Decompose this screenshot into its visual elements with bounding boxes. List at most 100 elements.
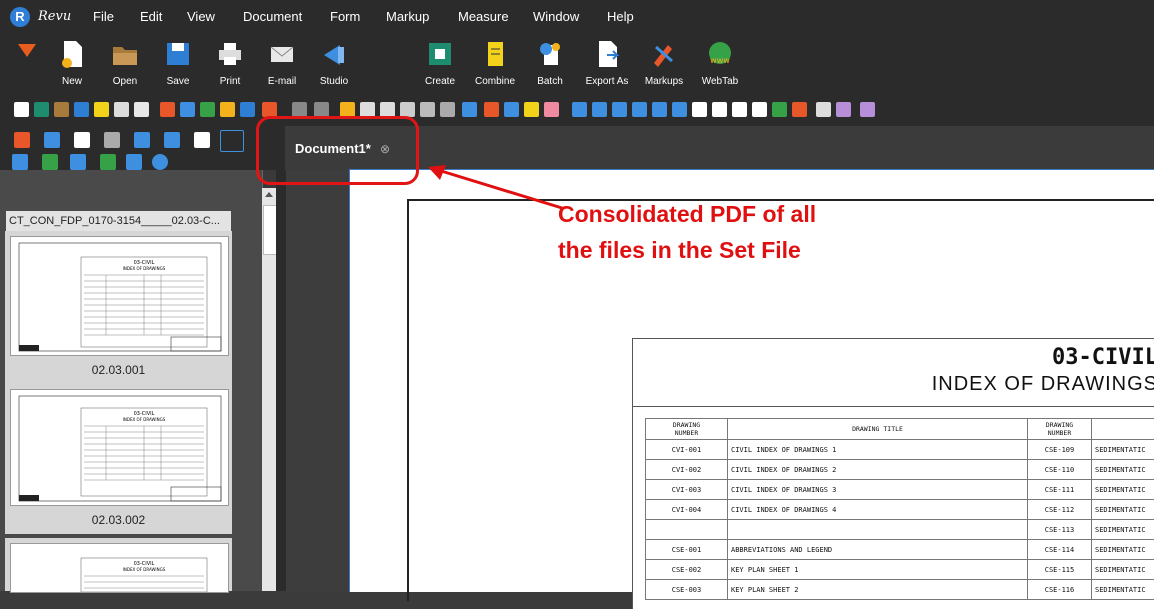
batch-button[interactable]: Batch <box>520 36 580 87</box>
spellcheck-icon[interactable] <box>220 102 235 117</box>
properties-panel-icon[interactable] <box>220 130 244 152</box>
combine-icon[interactable] <box>94 102 109 117</box>
email-icon[interactable] <box>134 102 149 117</box>
view-icon[interactable] <box>200 102 215 117</box>
callout-line-1: Consolidated PDF of all <box>558 196 816 232</box>
pen-icon[interactable] <box>504 102 519 117</box>
menu-document[interactable]: Document <box>243 9 302 24</box>
menu-help[interactable]: Help <box>607 9 634 24</box>
line-icon[interactable] <box>572 102 587 117</box>
measure-area-icon[interactable] <box>836 102 851 117</box>
paste-icon[interactable] <box>380 102 395 117</box>
thumbnails-panel-icon[interactable] <box>74 132 90 148</box>
highlighter-icon[interactable] <box>524 102 539 117</box>
thumbnails-scrollbar[interactable] <box>262 188 276 591</box>
markups-panel-icon[interactable] <box>44 132 60 148</box>
arc-icon[interactable] <box>612 102 627 117</box>
new-button[interactable]: New <box>42 36 102 87</box>
thumbnail-view-icon[interactable] <box>12 154 28 170</box>
rectangle-icon[interactable] <box>692 102 707 117</box>
select-icon[interactable] <box>440 102 455 117</box>
cut-icon[interactable] <box>340 102 355 117</box>
places-icon[interactable] <box>134 132 150 148</box>
table-cell: SEDIMENTATIC <box>1092 460 1154 480</box>
table-row: CSE-003 KEY PLAN SHEET 2 CSE-116 SEDIMEN… <box>646 580 1154 600</box>
table-cell: SEDIMENTATIC <box>1092 440 1154 460</box>
menu-edit[interactable]: Edit <box>140 9 162 24</box>
page-labels-icon[interactable] <box>126 154 142 170</box>
new-label: New <box>42 76 102 87</box>
eraser-icon[interactable] <box>544 102 559 117</box>
create-icon[interactable] <box>34 102 49 117</box>
polyline-icon[interactable] <box>672 102 687 117</box>
edit-icon[interactable] <box>180 102 195 117</box>
print-pages-icon[interactable] <box>70 154 86 170</box>
menu-markup[interactable]: Markup <box>386 9 429 24</box>
delete-icon[interactable] <box>420 102 435 117</box>
image-icon[interactable] <box>772 102 787 117</box>
email-button[interactable]: E-mail <box>252 36 312 87</box>
revu-logo-icon[interactable]: R <box>10 7 30 27</box>
thumbnail-page-1[interactable]: 03-CIVIL INDEX OF DRAWINGS 02.03.001 <box>5 231 232 384</box>
table-cell: CSE-112 <box>1028 500 1092 520</box>
ocr-icon[interactable] <box>240 102 255 117</box>
menu-window[interactable]: Window <box>533 9 579 24</box>
print-button[interactable]: Print <box>200 36 260 87</box>
stamp-icon[interactable] <box>160 102 175 117</box>
panel-divider[interactable] <box>276 170 286 591</box>
format-painter-icon[interactable] <box>400 102 415 117</box>
table-cell: CSE-002 <box>646 560 728 580</box>
create-button[interactable]: Create <box>410 36 470 87</box>
table-cell: SEDIMENTATIC <box>1092 480 1154 500</box>
open-icon[interactable] <box>54 102 69 117</box>
cloud-icon[interactable] <box>752 102 767 117</box>
markups-button[interactable]: Markups <box>634 36 694 87</box>
menu-file[interactable]: File <box>93 9 114 24</box>
table-cell: CIVIL INDEX OF DRAWINGS 4 <box>728 500 1028 520</box>
webtab-button[interactable]: www WebTab <box>690 36 750 87</box>
ellipse-icon[interactable] <box>712 102 727 117</box>
dimension-icon[interactable] <box>652 102 667 117</box>
insert-page-icon[interactable] <box>42 154 58 170</box>
polygon-icon[interactable] <box>732 102 747 117</box>
save-button[interactable]: Save <box>148 36 208 87</box>
callout-annotation-text: Consolidated PDF of all the files in the… <box>558 196 816 268</box>
arrow-icon[interactable] <box>592 102 607 117</box>
rotate-page-icon[interactable] <box>100 154 116 170</box>
undo-icon[interactable] <box>292 102 307 117</box>
scroll-up-icon[interactable] <box>265 192 273 197</box>
open-button[interactable]: Open <box>95 36 155 87</box>
export-as-button[interactable]: Export As <box>577 36 637 87</box>
sets-icon[interactable] <box>164 132 180 148</box>
measure-length-icon[interactable] <box>816 102 831 117</box>
copy-icon[interactable] <box>360 102 375 117</box>
forms-icon[interactable] <box>194 132 210 148</box>
menu-view[interactable]: View <box>187 9 215 24</box>
open-folder-icon <box>111 39 139 69</box>
redo-icon[interactable] <box>314 102 329 117</box>
menu-form[interactable]: Form <box>330 9 360 24</box>
snapshot-icon[interactable] <box>792 102 807 117</box>
callout-icon[interactable] <box>632 102 647 117</box>
highlight-icon[interactable] <box>484 102 499 117</box>
revu-menu-dropdown-icon[interactable] <box>18 44 36 57</box>
thumbnail-page-3[interactable]: 03-CIVIL INDEX OF DRAWINGS <box>5 538 232 591</box>
menu-measure[interactable]: Measure <box>458 9 509 24</box>
combine-button[interactable]: Combine <box>465 36 525 87</box>
svg-text:INDEX OF DRAWINGS: INDEX OF DRAWINGS <box>123 567 166 572</box>
new-icon[interactable] <box>14 102 29 117</box>
scrollbar-thumb[interactable] <box>263 205 277 255</box>
gear-icon[interactable] <box>152 154 168 170</box>
redact-icon[interactable] <box>262 102 277 117</box>
webtab-label: WebTab <box>690 76 750 87</box>
thumbnail-page-2[interactable]: 03-CIVIL INDEX OF DRAWINGS 02.03.002 <box>5 384 232 534</box>
layers-icon[interactable] <box>104 132 120 148</box>
file-access-icon[interactable] <box>14 132 30 148</box>
text-tool-icon[interactable] <box>462 102 477 117</box>
save-icon[interactable] <box>74 102 89 117</box>
markups-icon <box>650 39 678 69</box>
thumbnail-page-image: 03-CIVIL INDEX OF DRAWINGS <box>10 236 229 356</box>
studio-button[interactable]: Studio <box>304 36 364 87</box>
print-icon[interactable] <box>114 102 129 117</box>
calibrate-icon[interactable] <box>860 102 875 117</box>
